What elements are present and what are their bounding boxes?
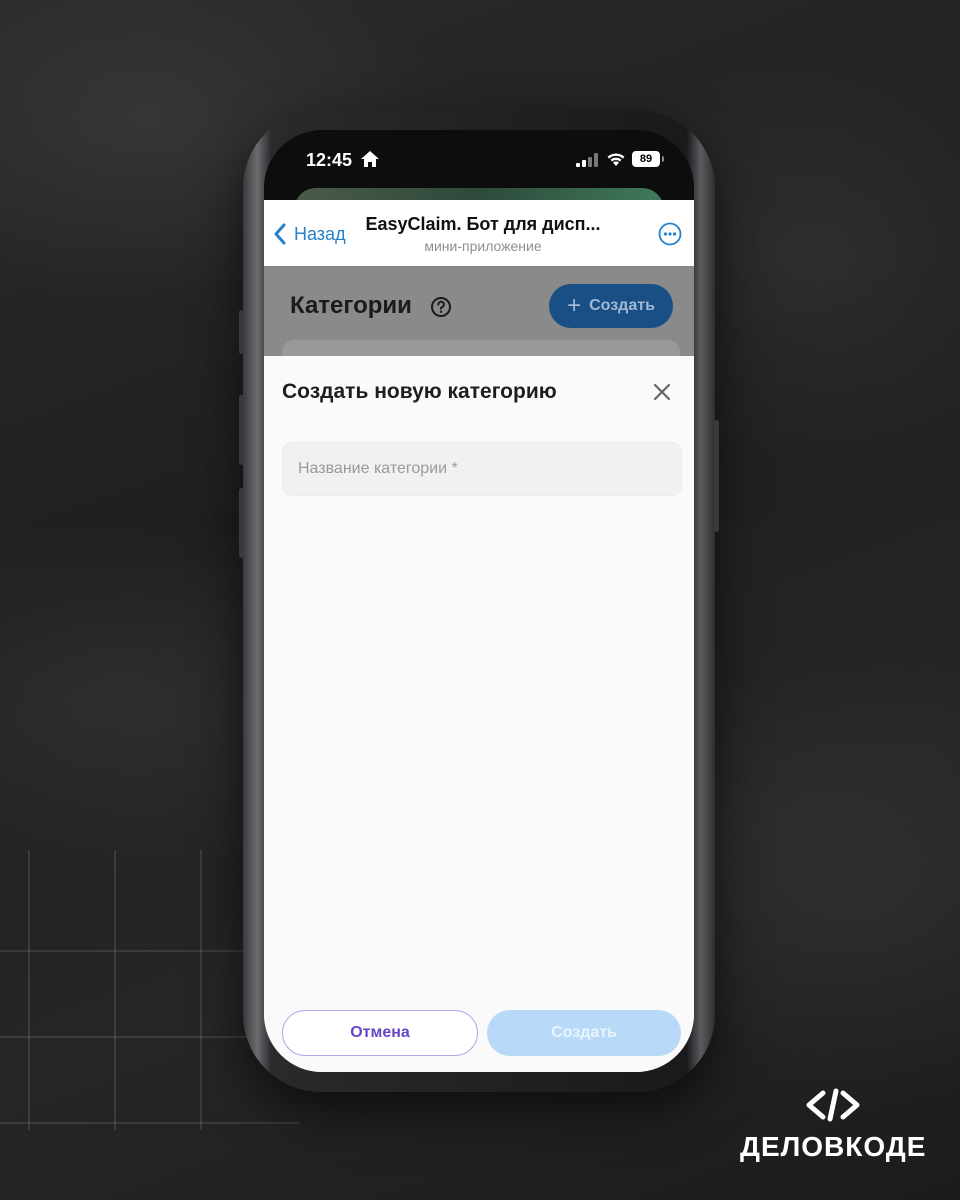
dimmed-page-background: Категории + Создать [264, 266, 694, 360]
create-category-button: + Создать [549, 284, 673, 328]
chevron-left-icon [274, 223, 286, 245]
phone-power-button [714, 420, 719, 532]
app-title: EasyClaim. Бот для дисп... [365, 214, 601, 234]
app-subtitle: мини-приложение [424, 238, 542, 254]
brand-name: ДЕЛОВКОДЕ [740, 1131, 927, 1162]
phone-screen: 12:45 89 Назад EasyClaim. Бот для дисп..… [264, 130, 694, 1072]
cellular-signal-icon [576, 153, 598, 167]
page-title: Категории [290, 292, 412, 319]
create-category-button-label: Создать [589, 297, 655, 314]
back-button[interactable]: Назад [272, 220, 346, 248]
help-icon [431, 297, 451, 317]
modal-title: Создать новую категорию [282, 380, 557, 403]
status-time: 12:45 [306, 150, 353, 170]
mini-app-sheet: Назад EasyClaim. Бот для дисп... мини-пр… [264, 200, 694, 1072]
wifi-icon [607, 153, 625, 166]
close-icon[interactable] [652, 382, 672, 402]
create-submit-button[interactable]: Создать [487, 1010, 681, 1056]
more-options-icon[interactable] [658, 222, 682, 246]
battery-indicator: 89 [632, 151, 664, 167]
phone-action-button [239, 310, 244, 354]
home-icon [361, 151, 379, 167]
create-category-modal: Создать новую категорию Отмена Создать [264, 356, 694, 1072]
header-title-block: EasyClaim. Бот для дисп... мини-приложен… [358, 214, 608, 254]
plus-icon: + [567, 292, 582, 319]
phone-volume-up-button [239, 395, 244, 465]
back-button-label: Назад [294, 223, 346, 244]
telegram-header: Назад EasyClaim. Бот для дисп... мини-пр… [264, 200, 694, 266]
brand-logo: ДЕЛОВКОДЕ [740, 1085, 926, 1163]
cancel-button[interactable]: Отмена [282, 1010, 478, 1056]
phone-frame: 12:45 89 Назад EasyClaim. Бот для дисп..… [239, 110, 719, 1092]
phone-volume-down-button [239, 488, 244, 558]
status-bar: 12:45 89 [264, 130, 694, 190]
category-name-input[interactable] [282, 442, 682, 496]
code-brackets-icon [806, 1088, 860, 1122]
